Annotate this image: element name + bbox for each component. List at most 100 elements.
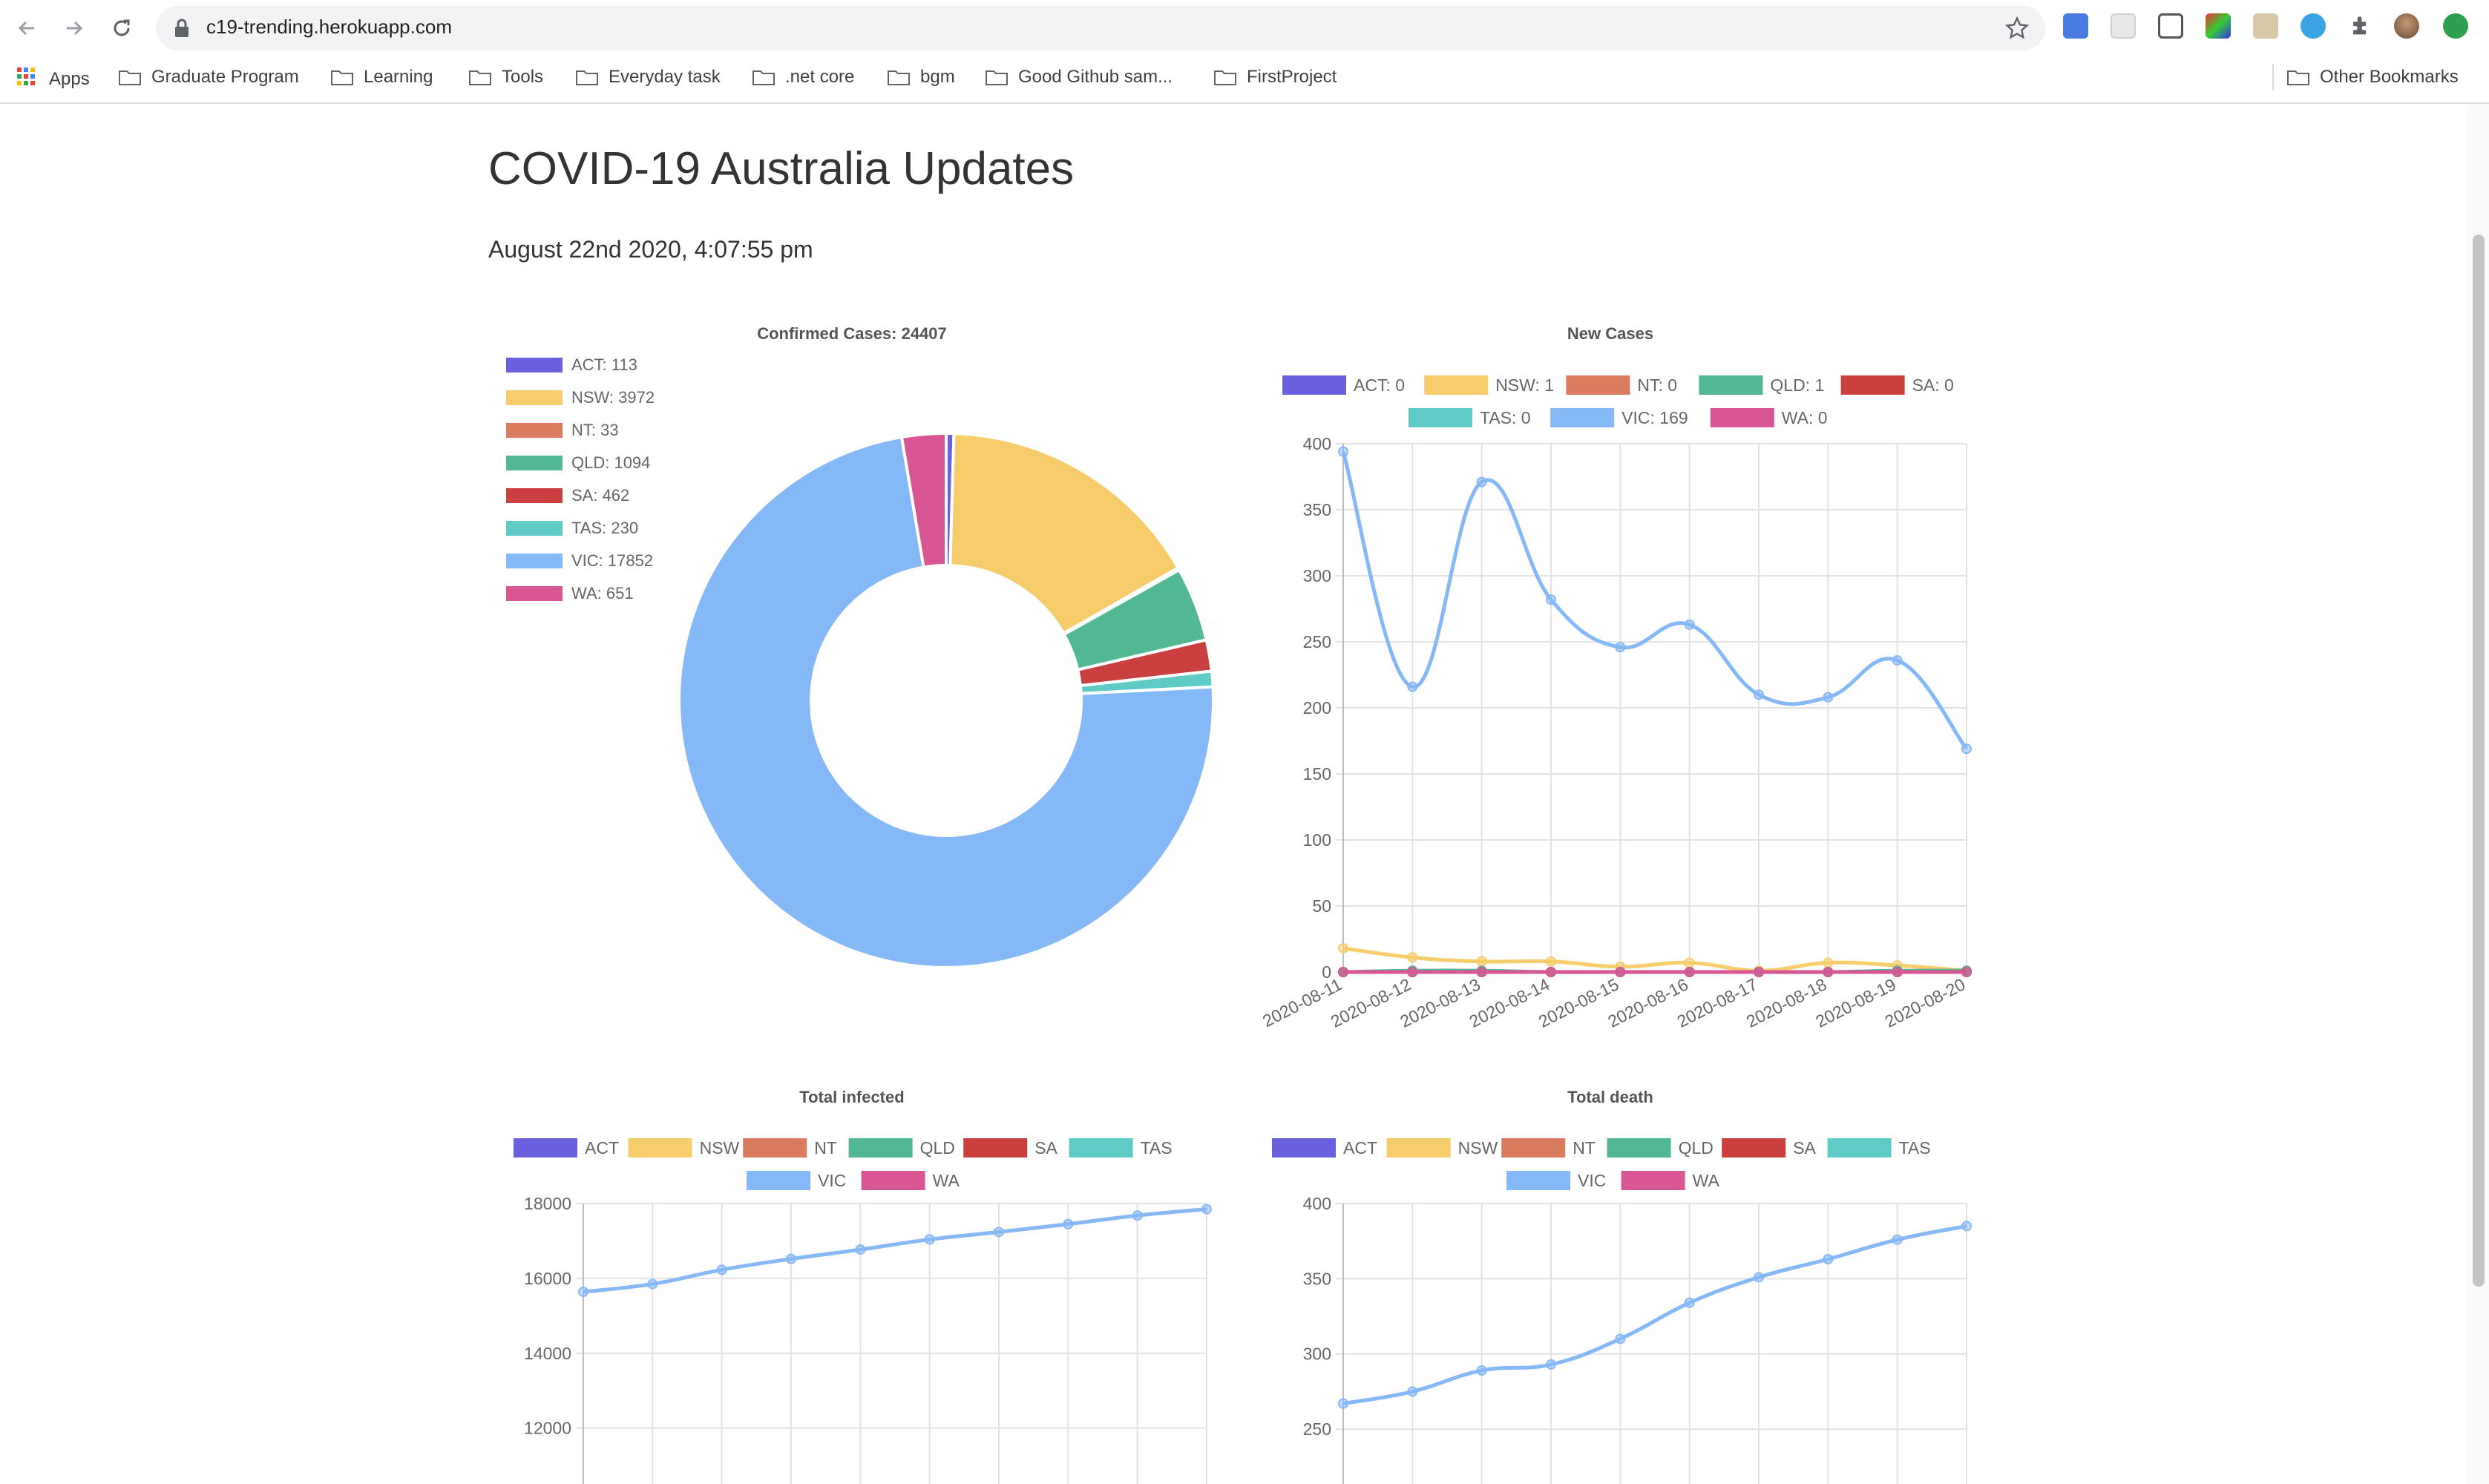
series-line-vic — [583, 1207, 1207, 1294]
lock-icon[interactable] — [174, 18, 190, 42]
series-line-nsw — [1342, 946, 1967, 973]
legend-label-tas: TAS: 230 — [571, 519, 638, 537]
bookmark-label: bgm — [920, 67, 955, 87]
legend-label-sa: SA: 462 — [571, 486, 629, 505]
bookmark-firstproject[interactable]: FirstProject — [1214, 67, 1337, 88]
bookmark-bgm[interactable]: bgm — [888, 67, 955, 88]
legend-label-nsw: NSW — [1458, 1138, 1498, 1158]
bookmark-learning[interactable]: Learning — [331, 67, 433, 88]
legend-label-nsw: NSW: 1 — [1495, 375, 1554, 395]
legend-swatch-nsw — [1424, 375, 1489, 395]
legend-swatch-vic — [506, 554, 563, 568]
data-point-vic — [855, 1244, 866, 1255]
bookmark-label: Good Github sam... — [1018, 67, 1173, 87]
legend-swatch-tas — [1827, 1138, 1892, 1158]
legend-swatch-sa — [506, 488, 563, 503]
data-point-vic — [1823, 692, 1834, 703]
reload-icon[interactable] — [107, 13, 137, 43]
data-point-vic — [1684, 619, 1695, 630]
data-point-vic — [1338, 1398, 1348, 1409]
extension-image-icon[interactable] — [2253, 13, 2278, 39]
total-infected-line-chart: Total infected ACTNSWNTQLDSATASVICWA1000… — [514, 1088, 1212, 1484]
bookmark-graduate-program[interactable]: Graduate Program — [119, 67, 299, 88]
url-text[interactable]: c19-trending.herokuapp.com — [206, 16, 452, 39]
chart-title: Total death — [1567, 1088, 1653, 1106]
legend-label-act: ACT: 0 — [1354, 375, 1405, 395]
y-tick-label: 300 — [1303, 566, 1331, 585]
back-arrow-icon[interactable] — [12, 13, 42, 43]
address-bar[interactable]: c19-trending.herokuapp.com — [156, 6, 2045, 50]
extension-docs-icon[interactable] — [2063, 13, 2088, 39]
legend-label-qld: QLD — [1679, 1138, 1714, 1158]
extensions-puzzle-icon[interactable] — [2348, 13, 2373, 39]
y-tick-label: 350 — [1303, 1269, 1331, 1288]
y-tick-label: 18000 — [524, 1194, 571, 1213]
folder-icon — [752, 70, 775, 85]
legend-swatch-sa — [963, 1138, 1028, 1158]
chart-title: New Cases — [1567, 324, 1653, 343]
extension-c-icon[interactable] — [2158, 13, 2183, 39]
y-tick-label: 300 — [1303, 1345, 1331, 1364]
legend-swatch-vic — [1550, 408, 1615, 427]
legend-swatch-qld — [506, 456, 563, 470]
data-point-vic — [1961, 1221, 1972, 1232]
scrollbar[interactable] — [2467, 104, 2489, 1484]
data-point-wa — [1615, 967, 1626, 977]
legend-label-nsw: NSW: 3972 — [571, 388, 655, 407]
bookmark-label: Learning — [364, 67, 433, 87]
data-point-wa — [1961, 967, 1972, 977]
profile-avatar-icon[interactable] — [2394, 13, 2419, 39]
folder-icon — [1214, 70, 1236, 85]
update-icon[interactable] — [2443, 13, 2468, 39]
bookmark-label: Everyday task — [609, 67, 721, 87]
legend-swatch-nt — [1566, 375, 1630, 395]
bookmark-tools[interactable]: Tools — [469, 67, 543, 88]
chart-title: Confirmed Cases: 24407 — [757, 324, 947, 343]
legend-label-qld: QLD: 1 — [1770, 375, 1824, 395]
legend-swatch-nsw — [506, 390, 563, 405]
new-cases-line-chart: New Cases ACT: 0 NSW: 1 NT: 0 QLD: 1 SA: 0 TA… — [1259, 324, 1972, 1031]
bookmark-other[interactable]: Other Bookmarks — [2287, 67, 2459, 88]
data-point-wa — [1684, 967, 1695, 977]
bookmark-everyday-task[interactable]: Everyday task — [576, 67, 721, 88]
legend-label-vic: VIC — [1578, 1171, 1606, 1190]
data-point-vic — [578, 1287, 588, 1298]
data-point-nsw — [1338, 942, 1348, 953]
legend-label-tas: TAS — [1141, 1138, 1173, 1158]
bookmark-apps[interactable]: Apps — [16, 67, 90, 91]
legend-swatch-vic — [1506, 1171, 1570, 1190]
data-point-vic — [647, 1278, 658, 1290]
extension-eye-icon[interactable] — [2301, 13, 2326, 39]
data-point-vic — [1754, 689, 1764, 700]
legend-label-tas: TAS — [1899, 1138, 1931, 1158]
legend-label-act: ACT: 113 — [571, 355, 637, 374]
data-point-vic — [1546, 594, 1556, 605]
legend-label-sa: SA — [1793, 1138, 1816, 1158]
legend-swatch-act — [506, 358, 563, 372]
y-tick-label: 16000 — [524, 1269, 571, 1288]
data-point-vic — [1476, 1365, 1487, 1376]
legend-label-tas: TAS: 0 — [1480, 408, 1531, 427]
data-point-vic — [1338, 446, 1348, 457]
extension-grid-icon[interactable] — [2111, 13, 2136, 39]
legend-label-nt: NT: 0 — [1637, 375, 1677, 395]
series-line-vic — [1341, 450, 1968, 750]
legend-label-nt: NT — [814, 1138, 837, 1158]
data-point-vic — [1823, 1254, 1834, 1265]
data-point-vic — [1754, 1272, 1764, 1283]
star-icon[interactable] — [2004, 16, 2030, 44]
forward-arrow-icon[interactable] — [59, 13, 89, 43]
legend-swatch-sa — [1722, 1138, 1786, 1158]
legend-swatch-nt — [743, 1138, 807, 1158]
y-tick-label: 400 — [1303, 1194, 1331, 1213]
bookmark-good-github[interactable]: Good Github sam... — [986, 67, 1173, 88]
legend-label-vic: VIC: 17852 — [571, 551, 653, 570]
scrollbar-thumb[interactable] — [2473, 234, 2485, 1287]
data-point-nsw — [1823, 957, 1834, 968]
bookmark-net-core[interactable]: .net core — [752, 67, 854, 88]
data-point-vic — [716, 1264, 727, 1275]
extension-color-icon[interactable] — [2206, 13, 2231, 39]
legend-swatch-qld — [848, 1138, 913, 1158]
data-point-vic — [1615, 1333, 1626, 1345]
legend-swatch-nt — [506, 423, 563, 438]
